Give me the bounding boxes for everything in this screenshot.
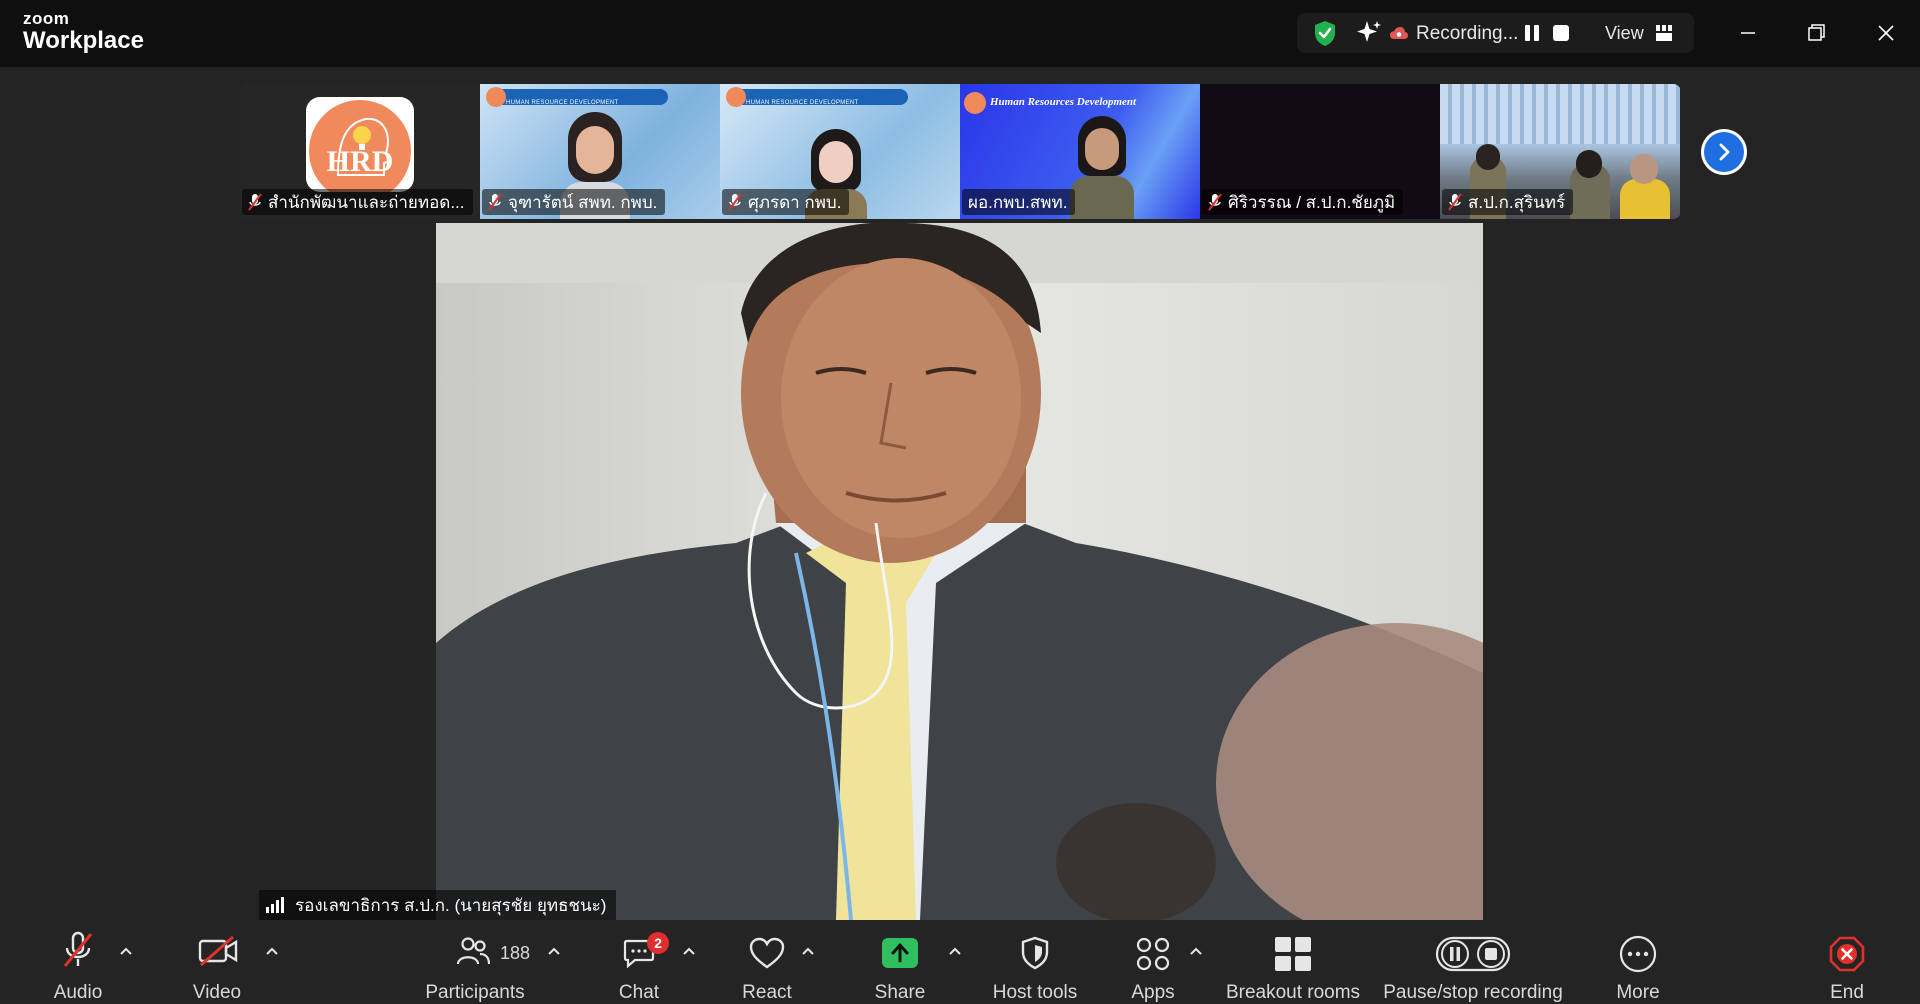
ai-companion-icon[interactable] [1355, 19, 1383, 47]
react-options-chevron-icon[interactable] [801, 946, 815, 956]
chat-options-chevron-icon[interactable] [682, 946, 696, 956]
share-screen-icon [882, 938, 918, 968]
share-options-chevron-icon[interactable] [948, 946, 962, 956]
recording-status: Recording... [1416, 23, 1519, 44]
security-shield-icon[interactable] [1313, 20, 1337, 47]
participant-count: 188 [500, 943, 531, 963]
participant-tile[interactable]: ศิริวรรณ / ส.ป.ก.ชัยภูมิ [1200, 84, 1440, 219]
brand-top: zoom [23, 9, 70, 28]
participant-name: สำนักพัฒนาและถ่ายทอด... [242, 189, 473, 215]
hrd-logo: HRD [306, 97, 414, 192]
video-off-icon [198, 935, 238, 967]
banner: HUMAN RESOURCE DEVELOPMENT [486, 87, 668, 107]
pause-recording-icon[interactable] [1521, 22, 1543, 44]
minimize-icon[interactable] [1733, 18, 1763, 48]
zoom-logo: zoom Workplace [23, 10, 144, 53]
more-icon [1619, 935, 1657, 973]
audio-options-chevron-icon[interactable] [119, 946, 133, 956]
participant-name: ศิริวรรณ / ส.ป.ก.ชัยภูมิ [1202, 189, 1404, 215]
muted-mic-icon [1448, 193, 1462, 211]
speaker-video-frame [436, 223, 1483, 920]
participant-name: จุฑารัตน์ สพท. กพบ. [482, 189, 666, 215]
participants-icon [456, 937, 490, 965]
participant-tile[interactable]: HUMAN RESOURCE DEVELOPMENT จุฑารัตน์ สพท… [480, 84, 720, 219]
signal-strength-icon [266, 897, 284, 913]
breakout-rooms-icon [1275, 937, 1311, 971]
muted-mic-icon [488, 193, 502, 211]
participant-name: ศุภรดา กพบ. [722, 189, 850, 215]
chevron-right-icon [1719, 143, 1730, 161]
hrd-badge-icon [964, 92, 986, 114]
next-page-button[interactable] [1701, 129, 1747, 175]
recording-pill: Recording... View [1297, 13, 1694, 53]
participants-options-chevron-icon[interactable] [547, 946, 561, 956]
stop-recording-icon[interactable] [1550, 22, 1572, 44]
video-options-chevron-icon[interactable] [265, 946, 279, 956]
participant-tile[interactable]: Human Resources Development ผอ.กพบ.สพท. [960, 84, 1200, 219]
apps-icon [1136, 937, 1170, 971]
cloud-recording-icon [1390, 27, 1408, 39]
banner: HUMAN RESOURCE DEVELOPMENT [726, 87, 908, 107]
active-speaker-video [436, 223, 1483, 920]
view-button[interactable]: View [1605, 23, 1644, 44]
apps-options-chevron-icon[interactable] [1189, 946, 1203, 956]
restore-icon[interactable] [1801, 18, 1831, 48]
participant-name: ส.ป.ก.สุรินทร์ [1442, 189, 1574, 215]
close-icon[interactable] [1871, 18, 1901, 48]
view-grid-icon[interactable] [1655, 24, 1673, 42]
muted-mic-icon [728, 193, 742, 211]
title-bar: zoom Workplace Recording... View [0, 0, 1920, 67]
banner: Human Resources Development [990, 96, 1137, 108]
participant-tile[interactable]: HUMAN RESOURCE DEVELOPMENT ศุภรดา กพบ. [720, 84, 960, 219]
participant-tile[interactable]: HRD สำนักพัฒนาและถ่ายทอด... [240, 84, 480, 219]
muted-mic-icon [248, 193, 262, 211]
end-icon [1829, 936, 1865, 972]
participant-tile[interactable]: ส.ป.ก.สุรินทร์ [1440, 84, 1680, 219]
pause-stop-recording-icon [1435, 936, 1511, 972]
participant-name: ผอ.กพบ.สพท. [962, 189, 1076, 215]
shield-icon [1021, 936, 1049, 970]
gallery-strip: HRD สำนักพัฒนาและถ่ายทอด... HUMAN RESOUR… [240, 84, 1681, 219]
brand-bottom: Workplace [23, 27, 144, 54]
heart-icon [749, 937, 785, 969]
video-person [1070, 116, 1134, 219]
chat-unread-badge: 2 [647, 932, 669, 954]
muted-mic-icon [1208, 193, 1222, 211]
hrd-logo-text: HRD [326, 145, 394, 178]
muted-mic-icon [63, 931, 93, 967]
active-speaker-name: รองเลขาธิการ ส.ป.ก. (นายสุรชัย ยุทธชนะ) [259, 890, 617, 920]
